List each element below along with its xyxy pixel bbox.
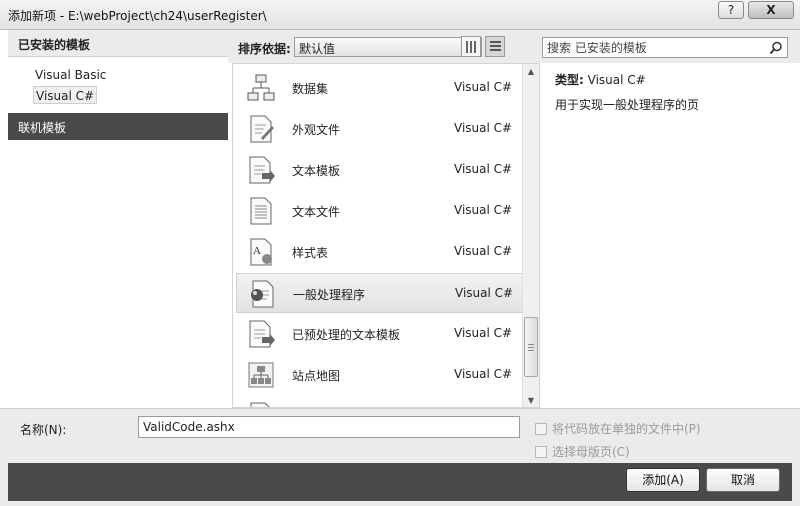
close-button[interactable]: X [748, 1, 794, 19]
template-item-generic-handler[interactable]: 一般处理程序 Visual C# [236, 273, 524, 313]
checkbox-icon [535, 423, 547, 435]
text-file-icon [250, 197, 272, 225]
template-item-preprocessed-text-template[interactable]: 已预处理的文本模板 Visual C# [236, 314, 524, 354]
scroll-up-arrow-icon[interactable]: ▲ [523, 64, 539, 80]
sitemap-icon [248, 362, 274, 388]
template-language: Visual C# [454, 326, 513, 340]
name-label: 名称(N): [20, 423, 67, 437]
template-language: Visual C# [454, 121, 513, 135]
template-list-scrollbar[interactable]: ▲ ▼ [522, 64, 539, 407]
sort-label: 排序依据: [238, 42, 291, 56]
master-page-checkbox[interactable]: 选择母版页(C) [535, 443, 630, 460]
template-name: 一般处理程序 [293, 288, 366, 302]
list-view-button[interactable] [485, 36, 505, 57]
separate-file-checkbox[interactable]: 将代码放在单独的文件中(P) [535, 420, 701, 437]
preprocessed-template-icon [249, 320, 275, 348]
template-language: Visual C# [454, 162, 513, 176]
template-item-sitemap[interactable]: 站点地图 Visual C# [236, 355, 524, 395]
title-bar: 添加新项 - E:\webProject\ch24\userRegister\ … [0, 0, 800, 30]
grip-icon [528, 344, 534, 351]
small-icons-view-button[interactable] [461, 36, 481, 57]
template-name: 数据集 [292, 82, 329, 96]
svg-text:A: A [253, 245, 261, 257]
template-description: 用于实现一般处理程序的页 [555, 98, 700, 112]
bottom-bar: 名称(N): 将代码放在单独的文件中(P) 选择母版页(C) 添加(A) 取消 [0, 408, 800, 506]
search-input[interactable] [543, 38, 763, 57]
template-item-stylesheet[interactable]: A 样式表 Visual C# [236, 232, 524, 272]
add-button[interactable]: 添加(A) [626, 468, 700, 492]
search-box[interactable] [542, 37, 788, 58]
template-name: 已预处理的文本模板 [292, 328, 401, 342]
text-template-icon [249, 156, 275, 184]
template-item-skin-file[interactable]: 外观文件 Visual C# [236, 109, 524, 149]
template-item-dataset[interactable]: 数据集 Visual C# [236, 68, 524, 108]
tree-item-visual-csharp[interactable]: Visual C# [33, 86, 98, 104]
template-details-panel: 类型: Visual C# 用于实现一般处理程序的页 [543, 63, 800, 408]
sort-value: 默认值 [299, 42, 336, 56]
template-list: 数据集 Visual C# 外观文件 Visual C# 文本模板 Visual… [232, 63, 540, 408]
template-language: Visual C# [454, 203, 513, 217]
window-title: 添加新项 - E:\webProject\ch24\userRegister\ [8, 9, 267, 23]
list-view-icon [490, 41, 501, 53]
online-templates-header[interactable]: 联机模板 [8, 113, 228, 140]
template-name: 文本文件 [292, 205, 341, 219]
template-name: 样式表 [292, 246, 329, 260]
template-name: 外观文件 [292, 123, 341, 137]
cancel-button[interactable]: 取消 [706, 468, 780, 492]
template-language: Visual C# [454, 244, 513, 258]
partial-item-icon [250, 402, 270, 407]
stylesheet-icon: A [250, 238, 272, 266]
search-icon[interactable] [769, 41, 783, 55]
skin-file-icon [250, 115, 274, 143]
help-button[interactable]: ? [718, 1, 744, 19]
installed-templates-header[interactable]: 已安装的模板 [8, 30, 228, 57]
template-language: Visual C# [454, 367, 513, 381]
template-toolbar: 排序依据: 默认值 ▼ [228, 30, 800, 63]
checkbox-icon [535, 446, 547, 458]
separate-file-label: 将代码放在单独的文件中(P) [552, 422, 701, 436]
small-icons-view-icon [466, 41, 477, 53]
type-label: 类型: [555, 73, 584, 87]
type-value: Visual C# [587, 73, 646, 87]
sort-dropdown[interactable]: 默认值 ▼ [294, 37, 482, 57]
template-language: Visual C# [455, 286, 514, 300]
template-name: 文本模板 [292, 164, 341, 178]
template-item-text-template[interactable]: 文本模板 Visual C# [236, 150, 524, 190]
generic-handler-icon [251, 280, 274, 308]
master-page-label: 选择母版页(C) [552, 445, 630, 459]
template-item-partial[interactable] [236, 396, 524, 407]
type-line: 类型: Visual C# [555, 71, 646, 88]
template-name: 站点地图 [292, 369, 341, 383]
tree-item-visual-basic[interactable]: Visual Basic [35, 66, 106, 84]
dataset-icon [247, 74, 275, 101]
scroll-down-arrow-icon[interactable]: ▼ [523, 393, 539, 407]
template-language: Visual C# [454, 80, 513, 94]
template-categories-panel: 已安装的模板 Visual Basic Visual C# 联机模板 [8, 30, 228, 408]
template-item-text-file[interactable]: 文本文件 Visual C# [236, 191, 524, 231]
scroll-thumb[interactable] [524, 317, 538, 377]
name-input[interactable] [138, 416, 520, 438]
